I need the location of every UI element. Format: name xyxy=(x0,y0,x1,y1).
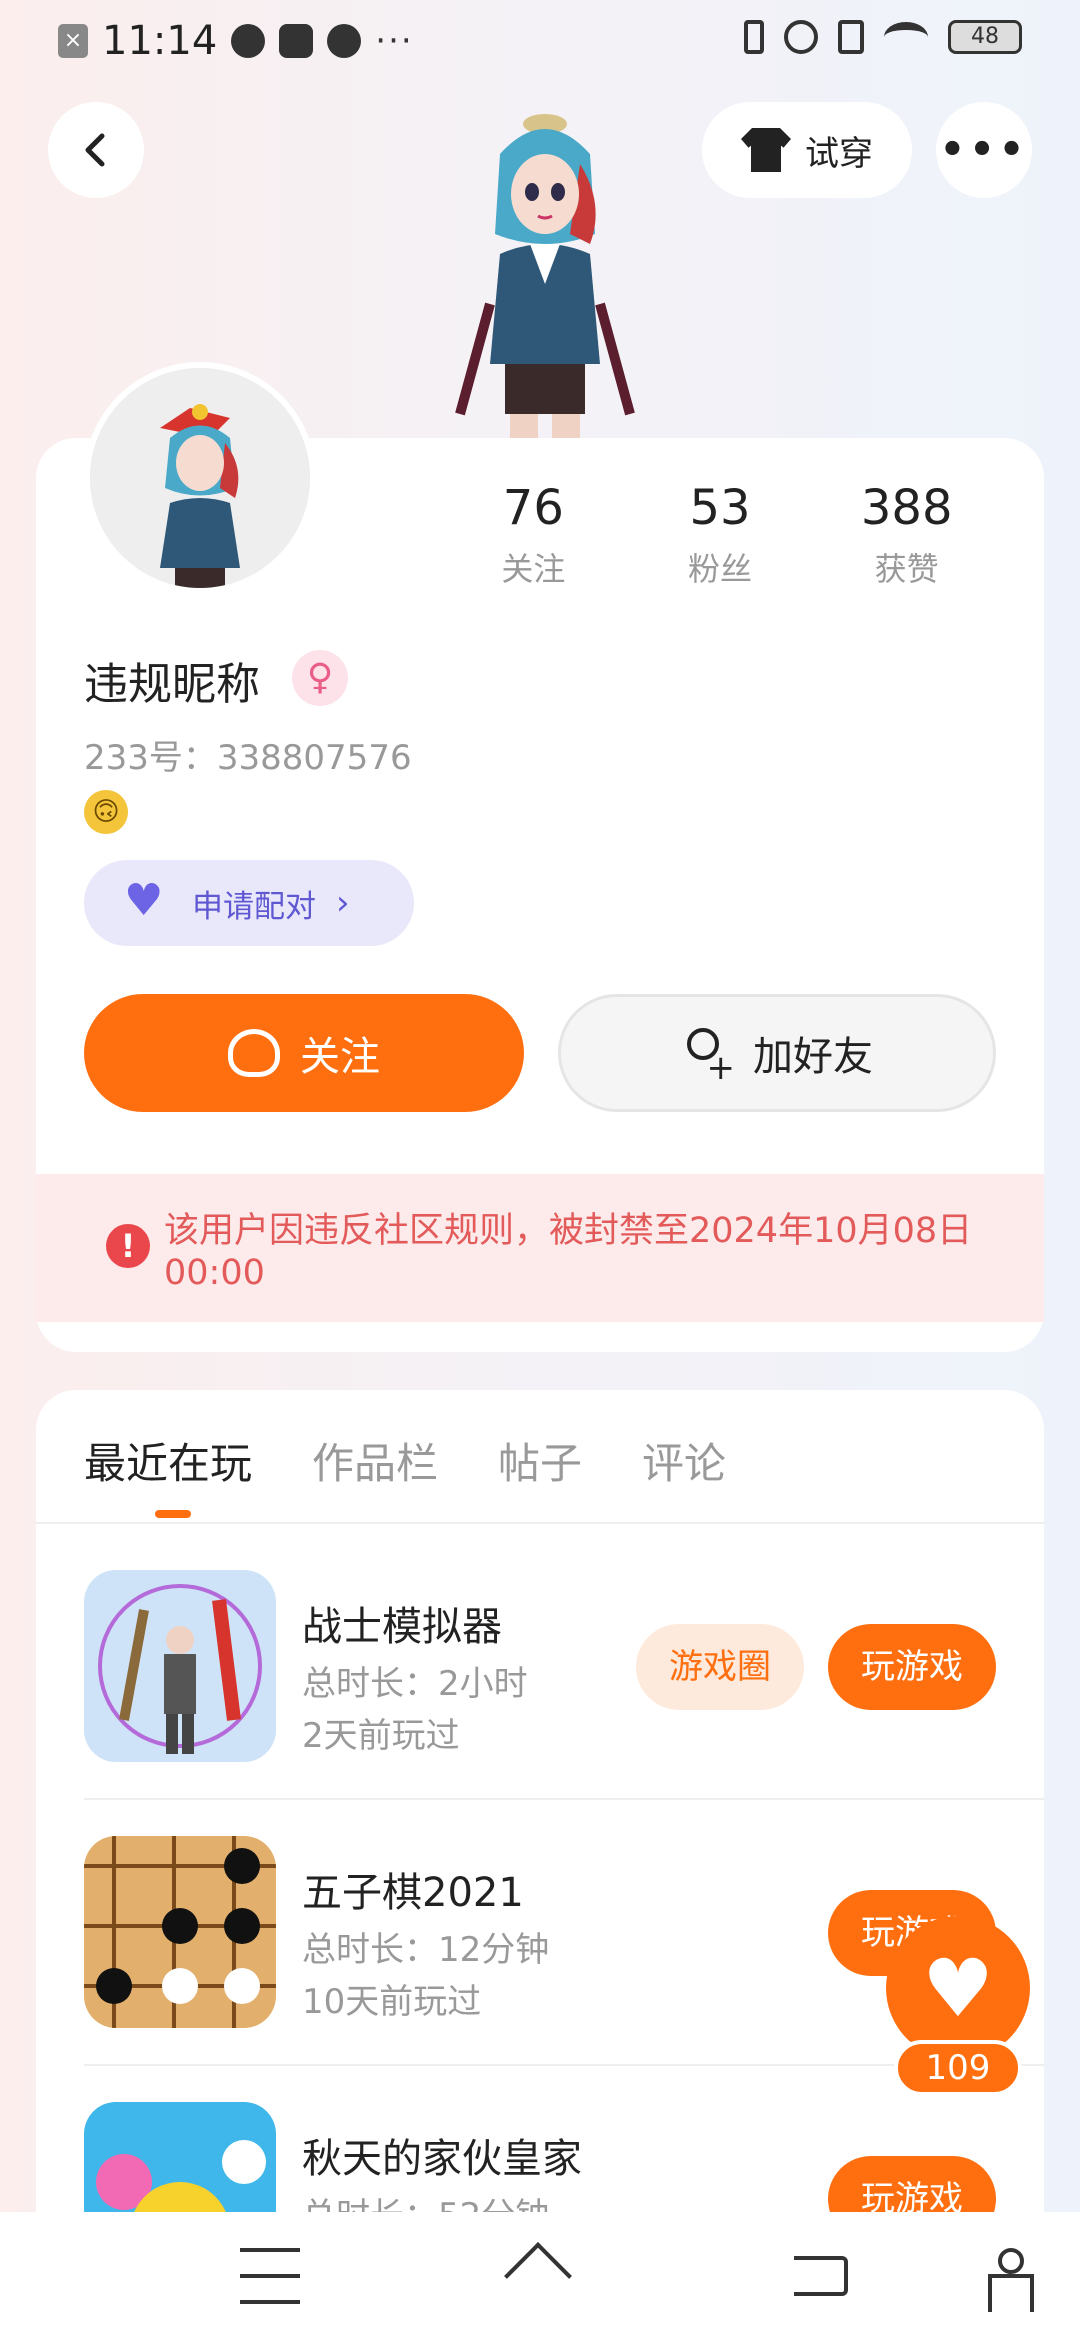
add-person-icon xyxy=(681,1028,735,1088)
game-duration: 总时长：52分钟 xyxy=(302,2188,549,2212)
game-row[interactable]: 秋天的家伙皇家 总时长：52分钟 玩游戏 xyxy=(84,2102,996,2212)
shirt-icon xyxy=(741,128,791,172)
alarm-notification-icon xyxy=(327,24,362,58)
stat-value: 76 xyxy=(502,480,564,536)
more-dots-icon: ••• xyxy=(939,127,1029,173)
battery-icon: 48 xyxy=(948,20,1022,54)
accessibility-icon[interactable] xyxy=(984,2248,1034,2312)
stat-value: 388 xyxy=(860,480,953,536)
ban-text: 该用户因违反社区规则，被封禁至2024年10月08日 00:00 xyxy=(164,1211,973,1293)
status-time: 11:14 xyxy=(102,18,218,64)
game-row[interactable]: 五子棋2021 总时长：12分钟 10天前玩过 玩游戏 xyxy=(84,1836,996,2036)
more-notifications-icon: ··· xyxy=(375,21,414,61)
menu-icon[interactable] xyxy=(240,2248,300,2304)
nickname: 违规昵称 xyxy=(84,659,260,710)
stat-following[interactable]: 76 关注 xyxy=(440,480,627,590)
pair-label: 申请配对 xyxy=(192,888,316,925)
alarm-icon xyxy=(784,20,818,54)
system-nav-bar xyxy=(0,2212,1080,2340)
floating-like-button[interactable]: ♥ xyxy=(886,1916,1030,2060)
bluetooth-icon xyxy=(744,20,764,54)
wifi-icon xyxy=(884,22,928,52)
heart-plus-icon xyxy=(228,1029,280,1077)
ban-notice: ! 该用户因违反社区规则，被封禁至2024年10月08日 00:00 xyxy=(36,1174,1044,1322)
game-name: 战士模拟器 xyxy=(302,1604,502,1650)
follow-button[interactable]: 关注 xyxy=(84,994,524,1112)
game-last-played: 2天前玩过 xyxy=(302,1716,460,1756)
status-bar: × 11:14 ··· 48 xyxy=(0,0,1080,84)
back-icon[interactable] xyxy=(794,2256,848,2296)
play-game-button[interactable]: 玩游戏 xyxy=(828,1624,996,1710)
game-duration: 总时长：2小时 xyxy=(302,1664,528,1704)
stat-label: 关注 xyxy=(501,550,566,588)
video-notification-icon xyxy=(279,24,314,58)
stat-label: 粉丝 xyxy=(688,550,753,588)
game-icon-warrior xyxy=(84,1570,276,1762)
active-tab-indicator xyxy=(155,1510,191,1518)
avatar-image xyxy=(90,368,310,588)
game-row[interactable]: 战士模拟器 总时长：2小时 2天前玩过 游戏圈 玩游戏 xyxy=(84,1570,996,1770)
stat-label: 获赞 xyxy=(874,550,939,588)
add-friend-label: 加好友 xyxy=(753,1034,873,1080)
stats-row: 76 关注 53 粉丝 388 获赞 xyxy=(440,480,1000,590)
user-id: 233号：338807576 xyxy=(84,738,412,778)
tab-comments[interactable]: 评论 xyxy=(642,1430,726,1491)
more-options-button[interactable]: ••• xyxy=(936,102,1032,198)
warning-icon: ! xyxy=(106,1224,150,1268)
game-name: 秋天的家伙皇家 xyxy=(302,2136,582,2182)
play-game-button[interactable]: 玩游戏 xyxy=(828,2156,996,2212)
tab-posts[interactable]: 帖子 xyxy=(498,1430,582,1491)
notification-icon: × xyxy=(58,24,88,58)
try-on-label: 试穿 xyxy=(805,133,873,174)
stat-likes[interactable]: 388 获赞 xyxy=(813,480,1000,590)
follow-label: 关注 xyxy=(300,1034,380,1080)
game-duration: 总时长：12分钟 xyxy=(302,1930,550,1970)
game-icon-gomoku xyxy=(84,1836,276,2028)
double-heart-icon xyxy=(124,875,172,926)
chevron-right-icon: › xyxy=(336,883,350,923)
status-right: 48 xyxy=(744,20,1022,54)
add-friend-button[interactable]: 加好友 xyxy=(558,994,996,1112)
female-gender-icon: ♀ xyxy=(292,650,348,706)
tab-divider xyxy=(36,1522,1044,1524)
game-circle-button[interactable]: 游戏圈 xyxy=(636,1624,804,1710)
avatar-character-image xyxy=(455,114,635,440)
avatar[interactable] xyxy=(84,362,316,594)
game-last-played: 10天前玩过 xyxy=(302,1982,482,2022)
app-notification-icon xyxy=(231,24,266,58)
home-icon[interactable] xyxy=(506,2248,576,2304)
heart-icon: ♥ xyxy=(922,1941,994,2035)
try-on-button[interactable]: 试穿 xyxy=(702,102,912,198)
tab-bar: 最近在玩 作品栏 帖子 评论 xyxy=(84,1430,726,1491)
like-count-badge: 109 xyxy=(894,2040,1022,2096)
back-button[interactable] xyxy=(48,102,144,198)
game-name: 五子棋2021 xyxy=(302,1870,524,1916)
status-emoji-icon: 🙃 xyxy=(84,790,128,834)
row-divider xyxy=(84,1798,1044,1800)
request-pair-button[interactable]: 申请配对 › xyxy=(84,860,414,946)
game-icon-fall-guys xyxy=(84,2102,276,2212)
stat-followers[interactable]: 53 粉丝 xyxy=(627,480,814,590)
status-left: × 11:14 ··· xyxy=(58,18,414,64)
stat-value: 53 xyxy=(689,480,751,536)
vibrate-icon xyxy=(838,20,864,54)
tab-works[interactable]: 作品栏 xyxy=(312,1430,438,1491)
back-arrow-icon xyxy=(85,133,105,167)
tab-recently-played[interactable]: 最近在玩 xyxy=(84,1430,252,1491)
